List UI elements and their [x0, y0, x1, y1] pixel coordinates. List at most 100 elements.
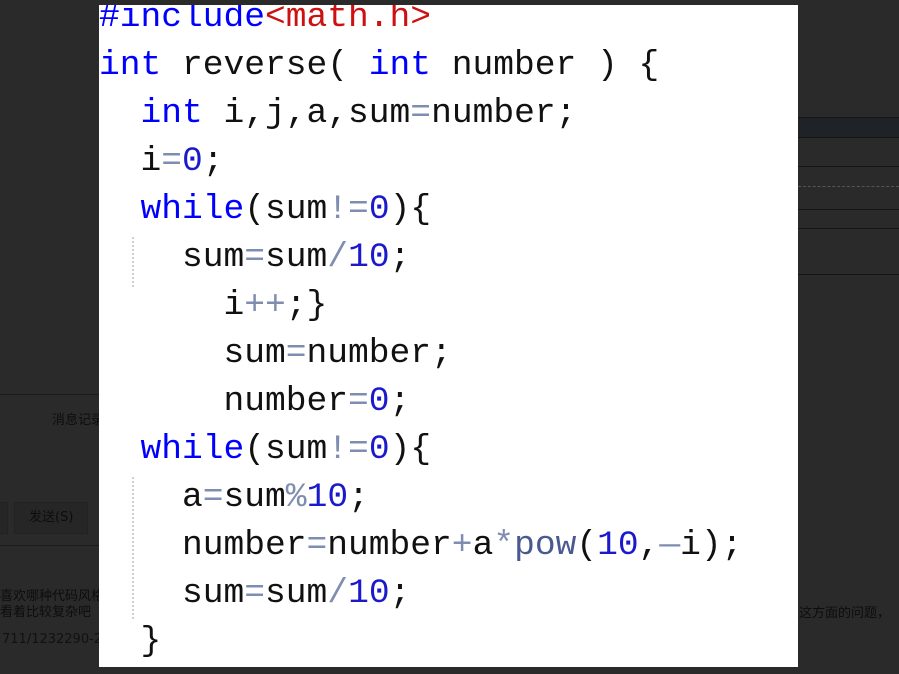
- code-token: i: [99, 286, 245, 325]
- code-token: ;: [202, 142, 224, 181]
- code-token: sum: [99, 334, 286, 373]
- code-line: number=0;: [99, 378, 742, 426]
- code-token: sum: [223, 478, 286, 517]
- message-log-link[interactable]: 消息记录: [52, 409, 104, 428]
- code-token: ;}: [285, 286, 328, 325]
- code-token: 10: [306, 478, 349, 517]
- code-token: #include: [99, 5, 266, 37]
- code-line: while(sum!=0){: [99, 186, 742, 234]
- code-token: =: [244, 238, 266, 277]
- code-token: %: [285, 478, 307, 517]
- code-token: =: [410, 94, 432, 133]
- code-token: 10: [348, 238, 390, 277]
- code-token: ;: [389, 238, 411, 277]
- divider: [798, 166, 899, 167]
- code-token: i: [99, 142, 162, 181]
- code-token: !=: [327, 430, 369, 469]
- code-line: int reverse( int number ) {: [99, 42, 742, 90]
- divider: [798, 228, 899, 229]
- divider: [798, 186, 899, 188]
- code-token: *: [493, 526, 515, 565]
- code-token: ;: [389, 574, 411, 613]
- code-token: =: [202, 478, 224, 517]
- code-token: pow: [514, 526, 577, 565]
- code-line: number=number+a*pow(10,—i);: [99, 522, 742, 570]
- list-header-row: [798, 117, 899, 137]
- code-line: int i,j,a,sum=number;: [99, 90, 742, 138]
- code-token: ++: [244, 286, 286, 325]
- code-token: /: [327, 238, 349, 277]
- divider: [0, 545, 100, 546]
- code-token: (sum: [244, 430, 328, 469]
- code-token: 0: [368, 430, 390, 469]
- link-text[interactable]: 711/1232290-2: [2, 632, 102, 647]
- code-token: !=: [327, 190, 369, 229]
- code-token: number: [327, 526, 452, 565]
- code-token: ,: [638, 526, 660, 565]
- code-token: a: [99, 478, 203, 517]
- send-button[interactable]: 发送(S): [14, 502, 89, 534]
- code-token: }: [99, 622, 162, 661]
- code-token: a: [472, 526, 494, 565]
- code-token: ;: [389, 382, 411, 421]
- divider: [798, 117, 899, 118]
- code-token: number: [99, 526, 307, 565]
- code-token: ){: [389, 190, 432, 229]
- code-token: while: [140, 190, 245, 229]
- chat-line-right: 这方面的问题，: [799, 606, 891, 621]
- code-token: =: [244, 574, 266, 613]
- code-token: sum: [265, 238, 328, 277]
- code-token: 10: [348, 574, 390, 613]
- code-token: (: [576, 526, 598, 565]
- code-token: number: [99, 382, 349, 421]
- code-line: i=0;: [99, 138, 742, 186]
- code-token: sum: [99, 238, 245, 277]
- code-token: 0: [368, 190, 390, 229]
- code-image-preview: #include<math.h> int reverse( int number …: [99, 5, 798, 667]
- code-line: }: [99, 618, 742, 666]
- code-token: —: [659, 526, 681, 565]
- code-token: (sum: [244, 190, 328, 229]
- code-token: 0: [368, 382, 390, 421]
- code-line: sum=number;: [99, 330, 742, 378]
- chat-line: 看着比较复杂吧: [0, 605, 92, 620]
- code-token: sum: [265, 574, 328, 613]
- code-token: int: [140, 94, 203, 133]
- code-token: i);: [680, 526, 743, 565]
- code-block: #include<math.h> int reverse( int number …: [99, 5, 742, 666]
- divider: [0, 394, 100, 395]
- code-line: while(sum!=0){: [99, 426, 742, 474]
- code-line: a=sum%10;: [99, 474, 742, 522]
- divider: [798, 137, 899, 138]
- code-token: /: [327, 574, 349, 613]
- code-token: ;: [348, 478, 369, 517]
- code-token: int: [368, 46, 432, 85]
- code-token: 10: [597, 526, 639, 565]
- close-button[interactable]: [0, 502, 8, 534]
- code-token: =: [285, 334, 307, 373]
- code-token: +: [451, 526, 473, 565]
- code-line: i++;}: [99, 282, 742, 330]
- code-token: i,j,a,sum: [202, 94, 411, 133]
- code-token: int: [99, 46, 162, 85]
- code-line: #include<math.h>: [99, 5, 742, 42]
- divider: [798, 209, 899, 210]
- code-token: while: [140, 430, 245, 469]
- code-token: =: [306, 526, 328, 565]
- code-token: ){: [389, 430, 432, 469]
- code-token: =: [348, 382, 369, 421]
- code-token: number;: [431, 94, 577, 133]
- code-token: =: [161, 142, 183, 181]
- code-line: sum=sum/10;: [99, 234, 742, 282]
- code-token: number;: [306, 334, 452, 373]
- code-token: reverse(: [161, 46, 369, 85]
- divider: [798, 274, 899, 275]
- code-token: 0: [182, 142, 203, 181]
- code-token: sum: [99, 574, 245, 613]
- code-token: number ) {: [431, 46, 660, 85]
- code-line: sum=sum/10;: [99, 570, 742, 618]
- code-token: <math.h>: [265, 5, 432, 37]
